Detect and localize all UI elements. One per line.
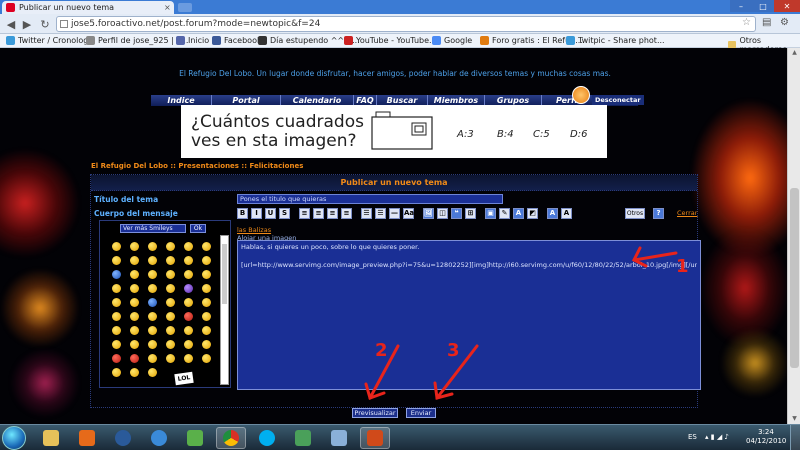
bookmark-item[interactable]: Facebook: [212, 36, 262, 45]
annotation-arrows: [364, 246, 678, 400]
page-scrollbar[interactable]: ▲ ▼: [787, 48, 800, 424]
tab-close-icon[interactable]: ×: [164, 3, 174, 12]
taskbar-hp-icon[interactable]: [108, 427, 138, 449]
bookmark-favicon-icon: [212, 36, 221, 45]
browser-toolbar: ◀ ▶ ↻ jose5.foroactivo.net/post.forum?mo…: [0, 14, 800, 34]
bookmark-item[interactable]: YouTube - YouTube...: [344, 36, 437, 45]
annotation-number-2: 2: [375, 340, 388, 361]
page-content: El Refugio Del Lobo. Un lugar donde disf…: [0, 48, 800, 424]
close-window-icon[interactable]: ✕: [774, 0, 800, 12]
reload-icon[interactable]: ↻: [38, 17, 52, 31]
show-desktop-button[interactable]: [790, 425, 800, 450]
bookmark-label: Google: [444, 36, 473, 45]
taskbar-paint-icon[interactable]: [324, 427, 354, 449]
scroll-up-icon[interactable]: ▲: [790, 49, 799, 57]
scroll-thumb[interactable]: [790, 188, 799, 368]
bookmark-item[interactable]: Perfil de jose_925 | V...: [86, 36, 188, 45]
site-favicon-icon: [6, 3, 15, 12]
taskbar-skype-icon[interactable]: [252, 427, 282, 449]
bookmark-label: Facebook: [224, 36, 262, 45]
bookmark-item[interactable]: Inicio: [176, 36, 209, 45]
annotation-number-1: 1: [676, 256, 689, 277]
address-url: jose5.foroactivo.net/post.forum?mode=new…: [71, 19, 321, 29]
taskbar-chrome-icon[interactable]: [216, 427, 246, 449]
language-indicator[interactable]: ES: [688, 433, 697, 441]
bookmark-favicon-icon: [176, 36, 185, 45]
bookmarks-bar: Twitter / Cronología Perfil de jose_925 |…: [0, 34, 800, 54]
system-tray-icons[interactable]: ▴ ▮ ◢ ♪: [705, 433, 745, 443]
windows-taskbar: ES ▴ ▮ ◢ ♪ 3:24 04/12/2010: [0, 424, 800, 450]
bookmark-favicon-icon: [6, 36, 15, 45]
taskbar-explorer-icon[interactable]: [36, 427, 66, 449]
clock-date: 04/12/2010: [746, 437, 787, 445]
scroll-down-icon[interactable]: ▼: [790, 415, 799, 423]
bookmark-label: Perfil de jose_925 | V...: [98, 36, 189, 45]
bookmark-favicon-icon: [258, 36, 267, 45]
bookmark-favicon-icon: [344, 36, 353, 45]
clock[interactable]: 3:24 04/12/2010: [746, 428, 786, 446]
bookmark-label: YouTube - YouTube...: [356, 36, 437, 45]
bookmark-label: Twitter / Cronología: [18, 36, 96, 45]
bookmark-label: Inicio: [188, 36, 210, 45]
bookmark-favicon-icon: [480, 36, 489, 45]
bookmark-item[interactable]: Twitpic - Share phot...: [566, 36, 665, 45]
bookmark-label: Twitpic - Share phot...: [578, 36, 665, 45]
minimize-icon[interactable]: –: [730, 0, 752, 12]
new-tab-button[interactable]: [178, 3, 192, 12]
bookmark-star-icon[interactable]: ☆: [742, 17, 751, 28]
tab-title: Publicar un nuevo tema: [19, 3, 115, 12]
arrow-1-shaft: [632, 251, 678, 262]
bookmark-favicon-icon: [432, 36, 441, 45]
back-arrow-icon[interactable]: ◀: [4, 17, 18, 31]
bookmark-item[interactable]: Twitter / Cronología: [6, 36, 95, 45]
start-button-icon[interactable]: [2, 426, 26, 450]
forward-arrow-icon[interactable]: ▶: [20, 17, 34, 31]
page-menu-icon[interactable]: ▤: [762, 17, 776, 31]
taskbar-ie-icon[interactable]: [144, 427, 174, 449]
maximize-icon[interactable]: □: [752, 0, 774, 12]
wrench-icon[interactable]: ⚙: [780, 17, 794, 31]
taskbar-media-player-icon[interactable]: [72, 427, 102, 449]
bookmark-favicon-icon: [566, 36, 575, 45]
clock-time: 3:24: [758, 428, 774, 436]
bookmark-item[interactable]: Google: [432, 36, 472, 45]
taskbar-messenger-icon[interactable]: [180, 427, 210, 449]
taskbar-app-icon[interactable]: [360, 427, 390, 449]
page-icon: [60, 20, 68, 28]
browser-tab-bar: Publicar un nuevo tema × – □ ✕: [0, 0, 800, 14]
taskbar-people-icon[interactable]: [288, 427, 318, 449]
browser-tab[interactable]: Publicar un nuevo tema ×: [2, 1, 174, 14]
address-bar[interactable]: jose5.foroactivo.net/post.forum?mode=new…: [56, 16, 756, 32]
annotation-number-3: 3: [447, 340, 460, 361]
bookmark-favicon-icon: [86, 36, 95, 45]
